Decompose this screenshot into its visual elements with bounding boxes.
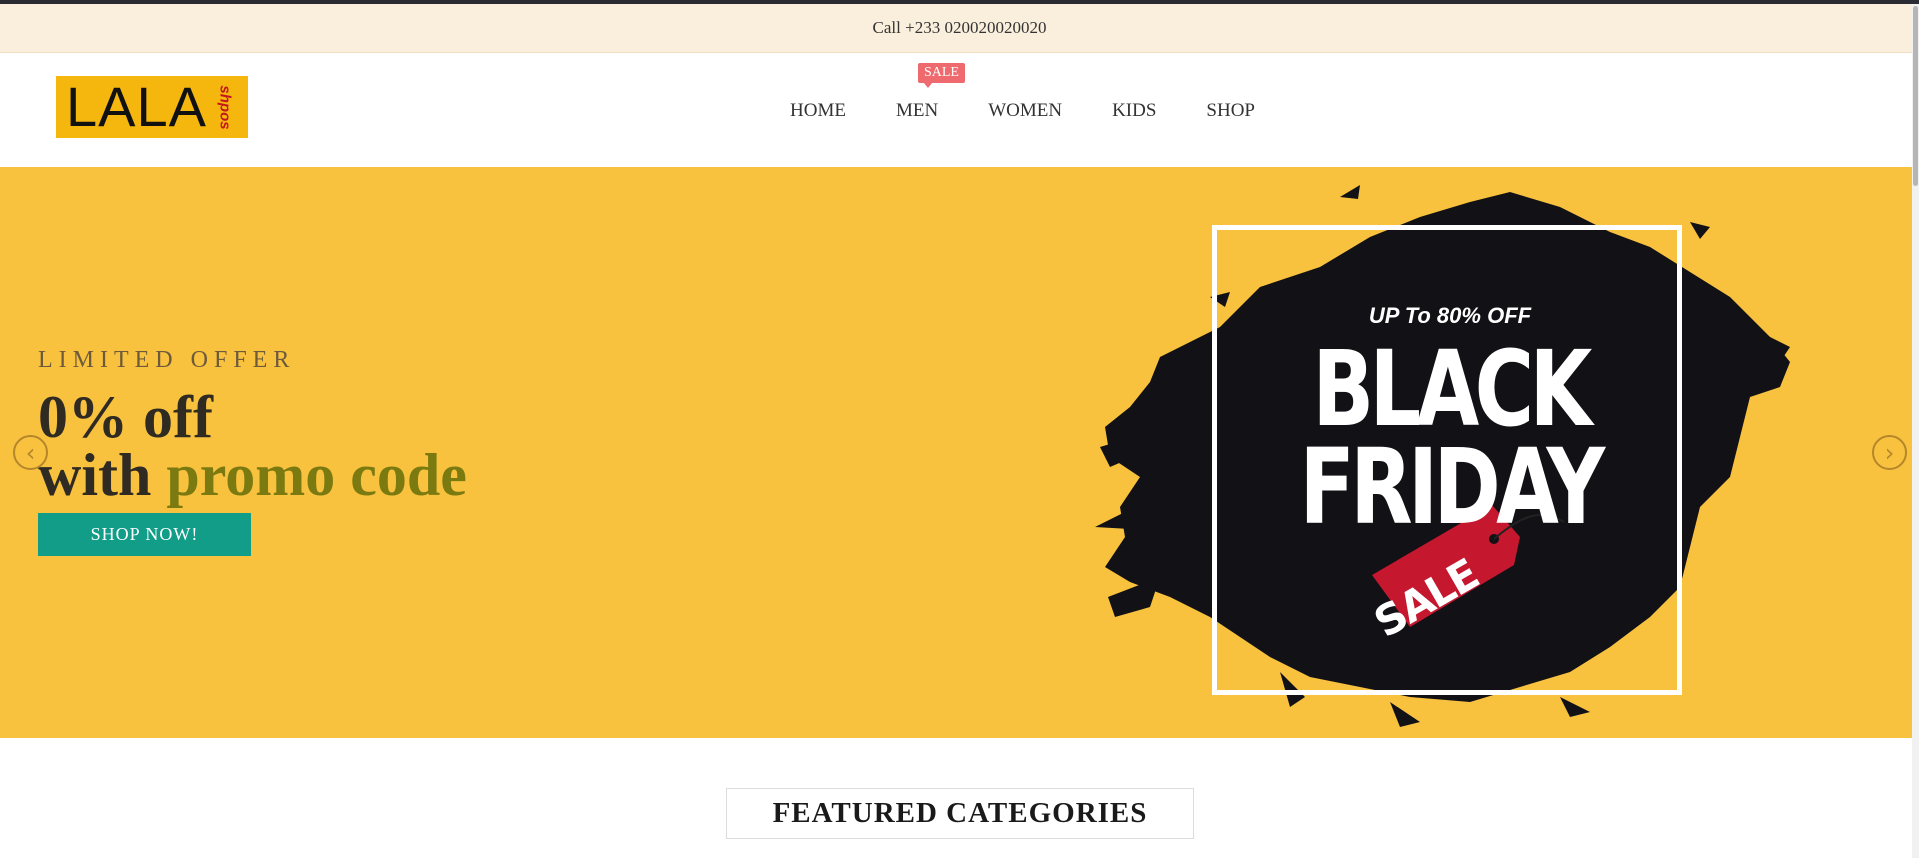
hero-headline-line2: with promo code [38, 445, 467, 505]
sale-badge: SALE [917, 62, 965, 88]
nav-item-kids[interactable]: KIDS [1112, 100, 1156, 122]
scrollbar-thumb[interactable] [1913, 6, 1918, 186]
nav-item-shop[interactable]: SHOP [1206, 100, 1255, 122]
nav-item-men[interactable]: SALE MEN [895, 62, 965, 122]
page-scrollbar[interactable] [1912, 4, 1919, 858]
site-header: LALA shpos HOME SALE MEN WOMEN KIDS SHOP [0, 54, 1919, 167]
top-contact-bar: Call +233 020020020020 [0, 4, 1919, 53]
brand-name: LALA [66, 75, 207, 138]
nav-item-label: MEN [895, 99, 939, 121]
chevron-right-icon[interactable]: › [1872, 435, 1907, 470]
phone-text: Call +233 020020020020 [872, 18, 1047, 37]
hero-headline-prefix: with [38, 442, 167, 508]
hero-headline-line1: 0% off [38, 384, 213, 450]
nav-item-label: WOMEN [988, 99, 1063, 121]
hero-slider: LIMITED OFFER 0% off with promo code SHO… [0, 167, 1919, 738]
brand-subname: shpos [216, 84, 234, 130]
hero-headline: 0% off with promo code [38, 384, 467, 505]
brand-logo[interactable]: LALA shpos [56, 76, 248, 138]
chevron-left-icon[interactable]: ‹ [13, 435, 48, 470]
nav-item-women[interactable]: WOMEN [988, 100, 1062, 122]
black-friday-banner: UP To 80% OFF BLACK FRIDAY SALE [1090, 177, 1810, 737]
nav-item-label: HOME [790, 99, 846, 121]
nav-item-home[interactable]: HOME [790, 100, 846, 122]
nav-item-label: KIDS [1112, 99, 1157, 121]
promo-friday: FRIDAY [1299, 426, 1605, 548]
promo-upto: UP To 80% OFF [1368, 303, 1532, 328]
hero-eyebrow: LIMITED OFFER [38, 347, 296, 373]
main-nav: HOME SALE MEN WOMEN KIDS SHOP [790, 54, 1255, 167]
shop-now-button[interactable]: SHOP NOW! [38, 513, 251, 556]
nav-item-label: SHOP [1206, 99, 1255, 121]
featured-categories-heading: FEATURED CATEGORIES [726, 788, 1194, 839]
hero-headline-accent: promo code [166, 442, 467, 508]
hero-text: LIMITED OFFER 0% off with promo code SHO… [38, 347, 467, 556]
